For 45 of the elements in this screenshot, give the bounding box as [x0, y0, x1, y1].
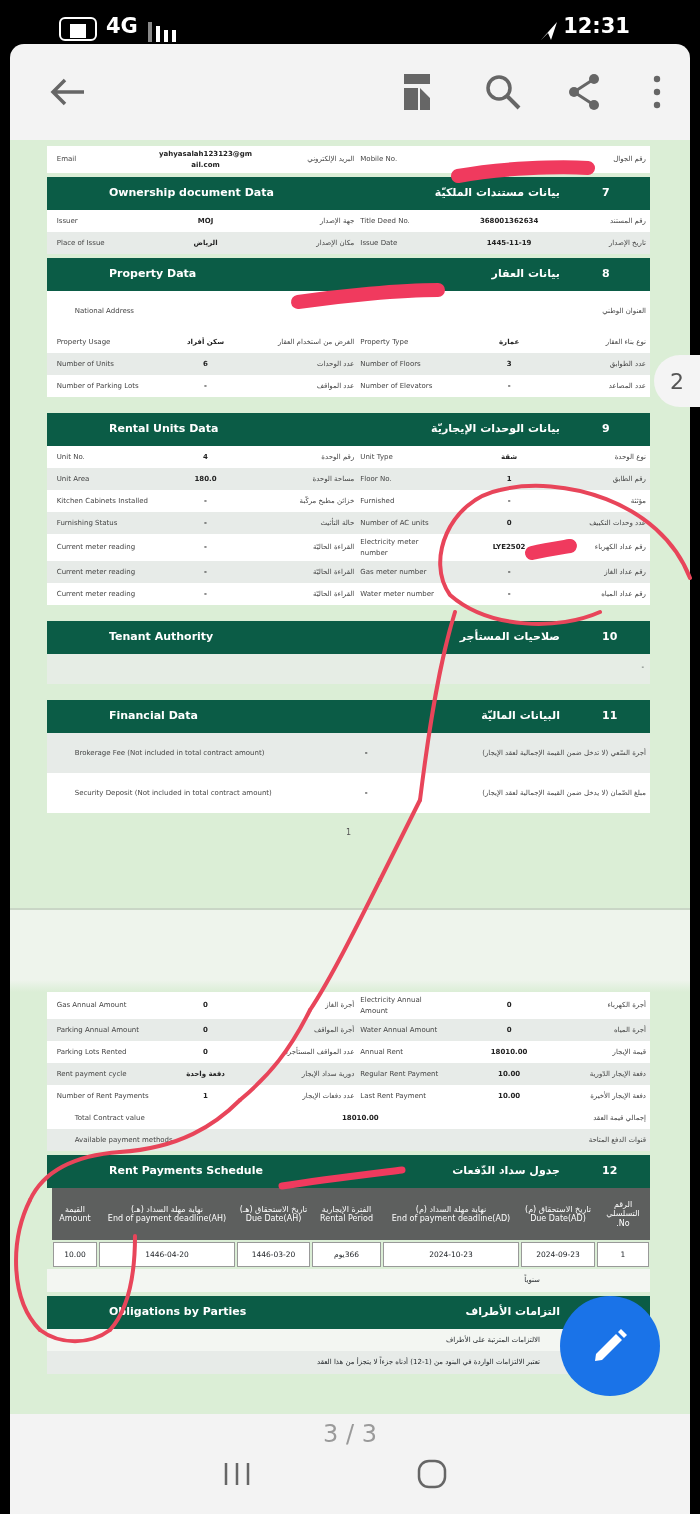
section-number: 10	[601, 629, 619, 646]
section-title: بيانات الوحدات الإيجاريّة	[430, 421, 561, 438]
section-number: 7	[601, 185, 611, 202]
section-number: 9	[601, 421, 611, 438]
section-title: التزامات الأطراف	[464, 1304, 561, 1320]
section-title: Tenant Authority	[108, 629, 215, 646]
section-title: Rental Units Data	[108, 421, 220, 438]
header-text: Due Date(AH)	[244, 1214, 302, 1224]
header-text: نهاية مهلة السداد (هـ)	[131, 1204, 203, 1214]
header-text: تاريخ الاستحقاق (هـ)	[238, 1204, 309, 1214]
section-title: بيانات العقار	[490, 266, 561, 283]
home-icon[interactable]	[416, 1458, 448, 1490]
section-title: صلاحيات المستأجر	[458, 629, 561, 646]
redaction-mark	[525, 539, 577, 560]
header-text: الرقم التسلسلي	[605, 1200, 641, 1219]
section-title: البيانات الماليّة	[480, 708, 561, 725]
section-title: جدول سداد الدّفعات	[451, 1163, 561, 1180]
section-title: بيانات مستندات الملكيّة	[433, 185, 561, 202]
header-text: End of payment deadline(AD)	[390, 1214, 512, 1224]
section-title: Rent Payments Schedule	[108, 1163, 264, 1180]
search-icon[interactable]	[484, 73, 522, 111]
header-text: No.	[616, 1218, 630, 1228]
page-indicator: 3 / 3	[323, 1419, 377, 1450]
section-number: 12	[601, 1163, 619, 1180]
notification-icon	[58, 16, 98, 42]
header-text: Amount	[58, 1214, 92, 1224]
page-number: 1	[344, 827, 353, 839]
header-text: الفترة الإيجارية	[321, 1204, 372, 1214]
network-type: 4G	[106, 12, 138, 40]
more-options-icon[interactable]	[652, 75, 662, 109]
share-icon[interactable]	[566, 73, 602, 111]
section-number: 11	[601, 708, 619, 725]
clock: 12:31	[563, 12, 630, 40]
header-text: تاريخ الاستحقاق (م)	[524, 1204, 592, 1214]
section-title: Financial Data	[108, 708, 199, 725]
back-icon[interactable]	[50, 77, 86, 107]
section-number: 8	[601, 266, 611, 283]
header-text: نهاية مهلة السداد (م)	[415, 1204, 487, 1214]
header-text: Due Date(AD)	[530, 1214, 586, 1224]
header-text: Rental Period	[319, 1214, 374, 1224]
header-text: End of payment deadline(AH)	[106, 1214, 228, 1224]
header-text: القيمة	[63, 1204, 86, 1214]
section-title: Ownership document Data	[108, 185, 275, 202]
section-title: Property Data	[108, 266, 198, 283]
reader-view-icon[interactable]	[402, 72, 432, 112]
